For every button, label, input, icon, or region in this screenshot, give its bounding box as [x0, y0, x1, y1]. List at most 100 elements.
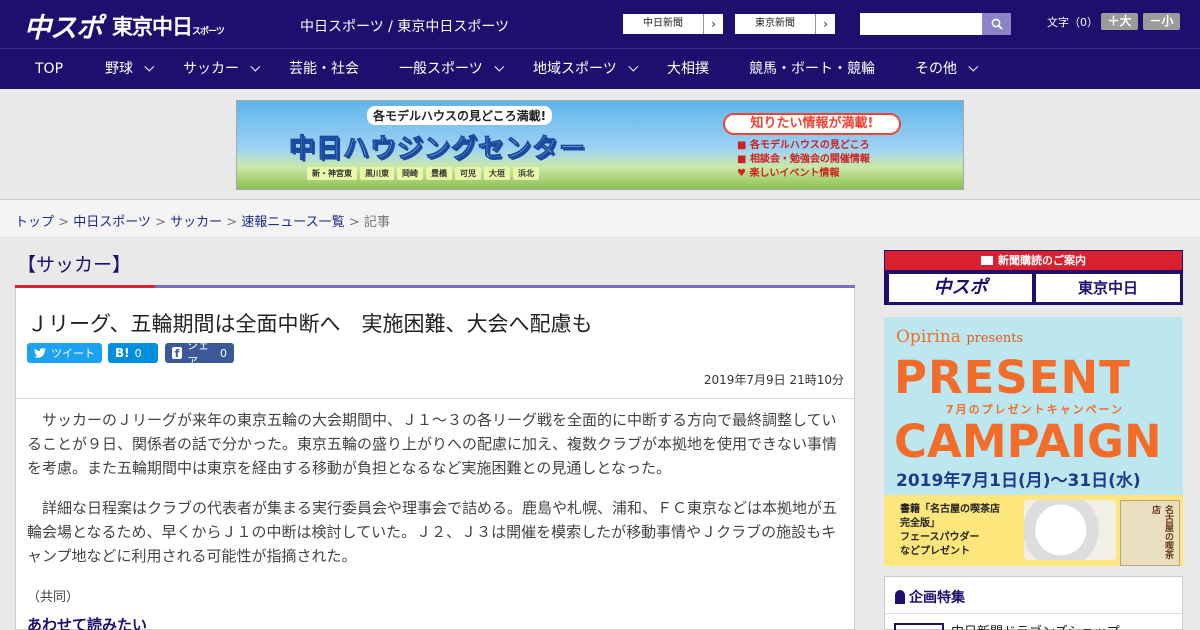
- nav-label: 芸能・社会: [289, 61, 359, 77]
- promo-line2: CAMPAIGN: [894, 415, 1162, 468]
- tokyo-logo-text: 東京中日: [112, 15, 193, 39]
- banner-area: 各モデルハウスの見どころ満載! 中日ハウジングセンター 新・神宮東 黒川東 岡崎…: [0, 89, 1200, 200]
- article-card: Ｊリーグ、五輪期間は全面中断へ 実施困難、大会へ配慮も ツイート B! 0 f …: [15, 288, 855, 630]
- article-divider: [16, 398, 854, 399]
- nav-item-baseball[interactable]: 野球: [105, 49, 155, 90]
- tokyo-shimbun-link[interactable]: 東京新聞 ›: [734, 13, 836, 35]
- ad-town: 豊橋: [426, 167, 452, 180]
- chevron-down-icon: [968, 61, 979, 72]
- nav-item-local-sports[interactable]: 地域スポーツ: [533, 49, 639, 90]
- nav-item-soccer[interactable]: サッカー: [183, 49, 261, 90]
- nav-item-sumo[interactable]: 大相撲: [667, 49, 709, 90]
- chevron-down-icon: [250, 61, 261, 72]
- search-input[interactable]: [860, 13, 982, 35]
- top-header: 中スポ 東京中日スポーツ 中日スポーツ / 東京中日スポーツ 中日新聞 › 東京…: [0, 0, 1200, 48]
- promo-detail-line: などプレゼント: [900, 546, 970, 557]
- promo-line1: PRESENT: [894, 351, 1131, 404]
- nav-label: 地域スポーツ: [533, 61, 617, 77]
- search-button[interactable]: [982, 13, 1011, 35]
- facebook-share-button[interactable]: f シェア 0: [165, 339, 234, 368]
- article-category: 【サッカー】: [17, 254, 132, 276]
- nav-item-top[interactable]: TOP: [35, 49, 63, 90]
- present-campaign-ad[interactable]: Opirina presents PRESENT 7月のプレゼントキャンペーン …: [884, 317, 1183, 566]
- housing-center-ad[interactable]: 各モデルハウスの見どころ満載! 中日ハウジングセンター 新・神宮東 黒川東 岡崎…: [236, 100, 964, 190]
- font-smaller-button[interactable]: －小: [1143, 13, 1180, 30]
- twitter-bird-icon: [34, 348, 46, 358]
- hatena-bookmark-button[interactable]: B! 0: [108, 343, 158, 363]
- tweet-label: ツイート: [51, 347, 95, 360]
- nav-item-general-sports[interactable]: 一般スポーツ: [399, 49, 505, 90]
- hatena-icon: B!: [115, 346, 130, 360]
- subscription-box: 新聞購読のご案内 中スポ 東京中日: [884, 250, 1183, 305]
- chevron-down-icon: [494, 61, 505, 72]
- tweet-button[interactable]: ツイート: [27, 343, 102, 363]
- ad-right-list: ■ 各モデルハウスの見どころ ■ 相談会・勉強会の開催情報 ♥ 楽しいイベント情…: [737, 139, 870, 181]
- breadcrumb-news-list[interactable]: 速報ニュース一覧: [241, 215, 344, 230]
- chevron-down-icon: [628, 61, 639, 72]
- breadcrumb: トップ > 中日スポーツ > サッカー > 速報ニュース一覧 > 記事: [15, 215, 390, 230]
- nav-label: サッカー: [183, 61, 239, 77]
- font-larger-button[interactable]: ＋大: [1101, 13, 1138, 30]
- article-headline: Ｊリーグ、五輪期間は全面中断へ 実施困難、大会へ配慮も: [27, 312, 593, 336]
- newspaper-icon: [981, 256, 993, 265]
- promo-details: 書籍「名古屋の喫茶店 完全版」 フェースパウダー などプレゼント: [900, 503, 1000, 559]
- ad-list-text: 楽しいイベント情報: [749, 168, 840, 179]
- nav-label: その他: [915, 61, 957, 77]
- nav-label: TOP: [35, 61, 64, 77]
- ad-list-text: 相談会・勉強会の開催情報: [749, 154, 870, 165]
- breadcrumb-top[interactable]: トップ: [15, 215, 54, 230]
- article-paragraph: 詳細な日程案はクラブの代表者が集まる実行委員会や理事会で詰める。鹿島や札幌、浦和…: [27, 499, 838, 565]
- facebook-icon: f: [172, 347, 183, 360]
- breadcrumb-soccer[interactable]: サッカー: [170, 215, 222, 230]
- book-cover-image: 名古屋の喫茶店: [1120, 500, 1180, 566]
- promo-brand-name: Opirina: [896, 327, 961, 347]
- subscription-title-text: 新聞購読のご案内: [998, 254, 1086, 267]
- ad-list-text: 各モデルハウスの見どころ: [749, 140, 870, 151]
- hatena-count: 0: [134, 346, 142, 360]
- chuspo-logo[interactable]: 中スポ: [24, 6, 103, 45]
- promo-dates: 2019年7月1日(月)～31日(水): [896, 471, 1141, 491]
- feature-title: 企画特集: [895, 587, 965, 607]
- ribbon-icon: [895, 590, 905, 604]
- tokyo-logo-suffix: スポーツ: [192, 27, 225, 37]
- tokyo-chunichi-subscribe-button[interactable]: 東京中日: [1036, 274, 1180, 302]
- ext-link-label: 中日新聞: [643, 18, 683, 29]
- chevron-right-icon: ›: [703, 14, 723, 34]
- nav-label: 競馬・ボート・競輪: [749, 61, 875, 77]
- article-datetime: 2019年7月9日 21時10分: [703, 373, 844, 387]
- search-icon: [991, 18, 1003, 30]
- chuspo-subscribe-button[interactable]: 中スポ: [889, 274, 1032, 302]
- face-powder-image: [1024, 500, 1116, 560]
- promo-detail-line: 完全版」: [900, 518, 940, 529]
- promo-brand: Opirina presents: [896, 327, 1023, 347]
- chunichi-shimbun-link[interactable]: 中日新聞 ›: [622, 13, 724, 35]
- nav-item-racing[interactable]: 競馬・ボート・競輪: [749, 49, 875, 90]
- ad-town: 大垣: [484, 167, 510, 180]
- facebook-share-label: シェア: [187, 339, 210, 368]
- read-also-heading: あわせて読みたい: [27, 616, 148, 630]
- tokyo-chunichi-logo[interactable]: 東京中日スポーツ: [112, 11, 225, 41]
- feature-box: 企画特集 中日新聞ドラゴンズショップ: [884, 576, 1183, 630]
- site-names: 中日スポーツ / 東京中日スポーツ: [300, 19, 510, 35]
- ad-list-item: ♥ 楽しいイベント情報: [737, 168, 840, 179]
- article-credit: （共同）: [27, 590, 80, 605]
- breadcrumb-bar: トップ > 中日スポーツ > サッカー > 速報ニュース一覧 > 記事: [0, 200, 1200, 238]
- ad-list-item: ■ 相談会・勉強会の開催情報: [737, 154, 870, 165]
- chevron-down-icon: [144, 61, 155, 72]
- ad-list-item: ■ 各モデルハウスの見どころ: [737, 140, 870, 151]
- nav-item-other[interactable]: その他: [915, 49, 979, 90]
- ad-town-list: 新・神宮東 黒川東 岡崎 豊橋 可児 大垣 浜北: [307, 167, 539, 180]
- nav-item-entertainment[interactable]: 芸能・社会: [289, 49, 359, 90]
- ad-town: 可児: [455, 167, 481, 180]
- ext-link-label: 東京新聞: [755, 18, 795, 29]
- promo-presents: presents: [966, 331, 1024, 346]
- feature-item-dragons-shop[interactable]: 中日新聞ドラゴンズショップ: [951, 621, 1120, 630]
- ad-town: 黒川東: [360, 167, 394, 180]
- breadcrumb-chunichi-sports[interactable]: 中日スポーツ: [73, 215, 151, 230]
- nav-label: 一般スポーツ: [399, 61, 483, 77]
- feature-thumbnail[interactable]: [894, 623, 944, 630]
- feature-title-text: 企画特集: [909, 590, 965, 606]
- ad-top-text: 各モデルハウスの見どころ満載!: [367, 106, 553, 125]
- main-nav: TOP 野球 サッカー 芸能・社会 一般スポーツ 地域スポーツ 大相撲 競馬・ボ…: [0, 48, 1200, 89]
- article-paragraph: サッカーのＪリーグが来年の東京五輪の大会期間中、Ｊ１～３の各リーグ戦を全面的に中…: [27, 411, 838, 477]
